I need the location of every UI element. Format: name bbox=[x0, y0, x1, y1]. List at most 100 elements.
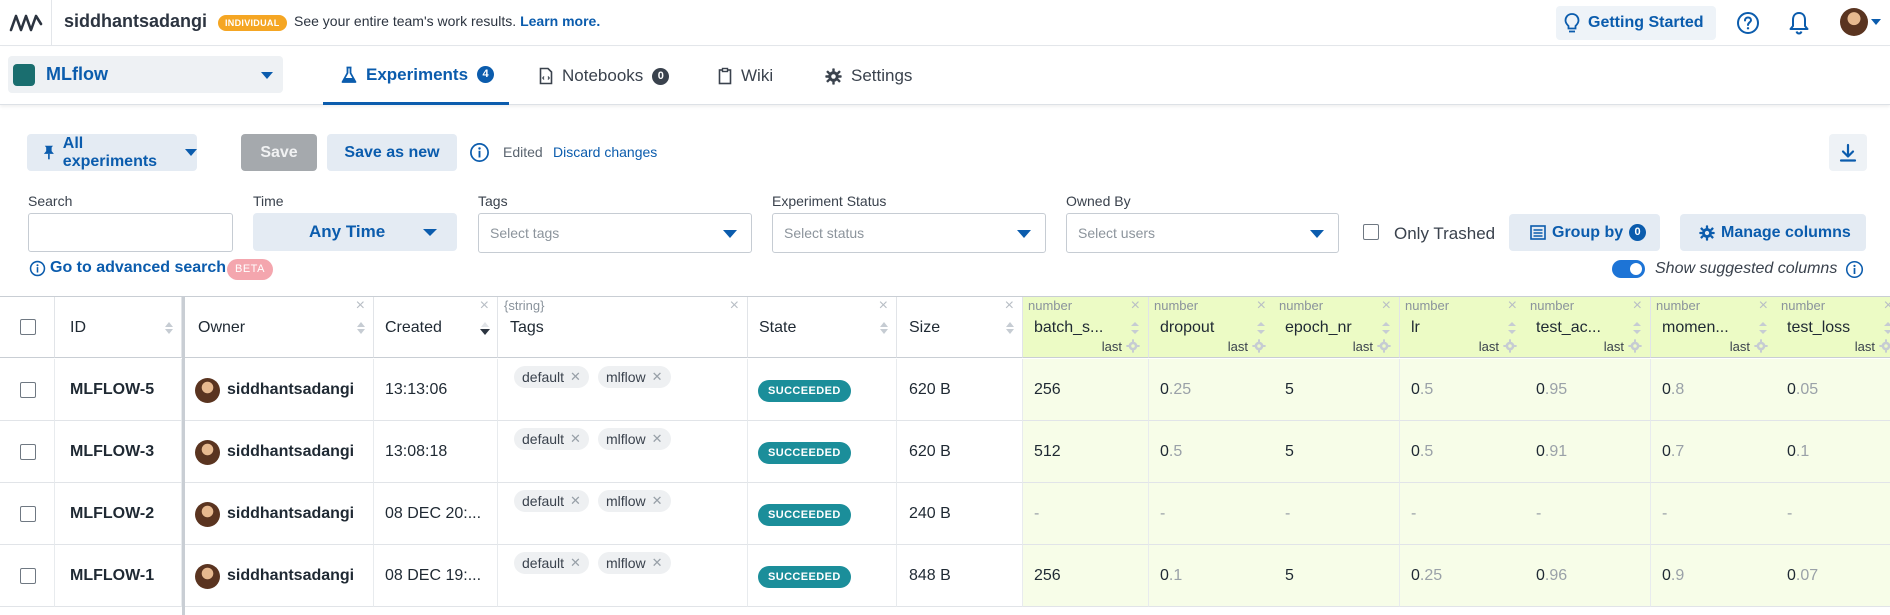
tag-chip[interactable]: mlflow ✕ bbox=[598, 366, 671, 388]
remove-tag-icon[interactable]: ✕ bbox=[652, 552, 663, 574]
all-experiments-dropdown[interactable]: All experiments bbox=[27, 134, 197, 171]
experiment-status-select[interactable]: Select status bbox=[772, 213, 1046, 253]
remove-tag-icon[interactable]: ✕ bbox=[652, 428, 663, 450]
column-settings-gear-icon[interactable] bbox=[1126, 339, 1140, 353]
help-icon[interactable] bbox=[1736, 11, 1760, 35]
row-checkbox[interactable] bbox=[20, 568, 36, 584]
owner-link[interactable]: siddhantsadangi bbox=[227, 567, 354, 585]
sort-icon[interactable] bbox=[355, 315, 367, 341]
row-checkbox[interactable] bbox=[20, 506, 36, 522]
project-selector[interactable]: MLflow bbox=[8, 56, 283, 93]
search-input[interactable] bbox=[28, 213, 233, 252]
pinned-columns-divider[interactable] bbox=[182, 296, 185, 615]
column-settings-gear-icon[interactable] bbox=[1503, 339, 1517, 353]
bell-icon[interactable] bbox=[1787, 10, 1811, 36]
column-header-metric[interactable]: number epoch_nr last × bbox=[1274, 297, 1400, 358]
remove-tag-icon[interactable]: ✕ bbox=[570, 490, 581, 512]
column-header-metric[interactable]: number momen... last × bbox=[1651, 297, 1777, 358]
group-by-button[interactable]: Group by 0 bbox=[1509, 214, 1660, 251]
workspace-name[interactable]: siddhantsadangi bbox=[64, 11, 207, 32]
experiment-id-link[interactable]: MLFLOW-5 bbox=[70, 381, 154, 399]
sort-icon[interactable] bbox=[1507, 321, 1517, 335]
remove-tag-icon[interactable]: ✕ bbox=[570, 552, 581, 574]
experiment-id-link[interactable]: MLFLOW-3 bbox=[70, 443, 154, 461]
tag-chip[interactable]: default ✕ bbox=[514, 366, 589, 388]
column-header-metric[interactable]: number test_ac... last × bbox=[1525, 297, 1651, 358]
owner-link[interactable]: siddhantsadangi bbox=[227, 381, 354, 399]
remove-column-icon[interactable]: × bbox=[1508, 298, 1517, 314]
tag-chip[interactable]: default ✕ bbox=[514, 490, 589, 512]
sort-icon[interactable] bbox=[163, 315, 175, 341]
tag-chip[interactable]: default ✕ bbox=[514, 428, 589, 450]
remove-column-icon[interactable]: × bbox=[730, 298, 739, 314]
learn-more-link[interactable]: Learn more. bbox=[520, 13, 600, 29]
advanced-search-link[interactable]: Go to advanced search bbox=[29, 259, 226, 277]
column-settings-gear-icon[interactable] bbox=[1628, 339, 1642, 353]
sort-icon[interactable] bbox=[1883, 321, 1890, 335]
sort-icon[interactable] bbox=[1758, 321, 1768, 335]
owner-link[interactable]: siddhantsadangi bbox=[227, 505, 354, 523]
app-logo[interactable] bbox=[0, 0, 52, 46]
tab-wiki[interactable]: Wiki bbox=[718, 47, 773, 105]
info-icon[interactable] bbox=[469, 142, 490, 163]
sort-icon[interactable] bbox=[1632, 321, 1642, 335]
sort-icon[interactable] bbox=[1004, 315, 1016, 341]
save-button[interactable]: Save bbox=[241, 134, 317, 171]
discard-changes-link[interactable]: Discard changes bbox=[553, 144, 657, 160]
sort-icon[interactable] bbox=[878, 315, 890, 341]
column-header-owner[interactable]: Owner × bbox=[185, 297, 374, 358]
tag-chip[interactable]: mlflow ✕ bbox=[598, 428, 671, 450]
remove-tag-icon[interactable]: ✕ bbox=[570, 366, 581, 388]
column-header-tags[interactable]: {string} Tags × bbox=[498, 297, 748, 358]
column-settings-gear-icon[interactable] bbox=[1377, 339, 1391, 353]
column-header-created[interactable]: Created × bbox=[374, 297, 498, 358]
column-header-metric[interactable]: number lr last × bbox=[1400, 297, 1526, 358]
remove-column-icon[interactable]: × bbox=[1005, 298, 1014, 314]
column-header-metric[interactable]: number dropout last × bbox=[1149, 297, 1275, 358]
remove-column-icon[interactable]: × bbox=[1382, 298, 1391, 314]
owner-link[interactable]: siddhantsadangi bbox=[227, 443, 354, 461]
info-icon[interactable] bbox=[1845, 260, 1864, 279]
select-all-checkbox[interactable] bbox=[20, 319, 36, 335]
remove-tag-icon[interactable]: ✕ bbox=[652, 366, 663, 388]
sort-icon[interactable] bbox=[1256, 321, 1266, 335]
column-header-id[interactable]: ID bbox=[55, 297, 182, 358]
experiment-id-link[interactable]: MLFLOW-1 bbox=[70, 567, 154, 585]
column-settings-gear-icon[interactable] bbox=[1754, 339, 1768, 353]
suggested-columns-toggle[interactable] bbox=[1612, 260, 1645, 278]
only-trashed-checkbox[interactable] bbox=[1363, 224, 1379, 240]
remove-column-icon[interactable]: × bbox=[356, 298, 365, 314]
column-settings-gear-icon[interactable] bbox=[1252, 339, 1266, 353]
experiment-id-link[interactable]: MLFLOW-2 bbox=[70, 505, 154, 523]
tag-chip[interactable]: mlflow ✕ bbox=[598, 552, 671, 574]
owned-by-select[interactable]: Select users bbox=[1066, 213, 1339, 253]
remove-column-icon[interactable]: × bbox=[1633, 298, 1642, 314]
column-header-state[interactable]: State × bbox=[748, 297, 897, 358]
getting-started-button[interactable]: Getting Started bbox=[1556, 6, 1716, 40]
sort-desc-icon[interactable] bbox=[479, 315, 491, 341]
tag-chip[interactable]: mlflow ✕ bbox=[598, 490, 671, 512]
column-header-metric[interactable]: number test_loss last × bbox=[1776, 297, 1890, 358]
remove-tag-icon[interactable]: ✕ bbox=[570, 428, 581, 450]
remove-column-icon[interactable]: × bbox=[1257, 298, 1266, 314]
column-settings-gear-icon[interactable] bbox=[1879, 339, 1890, 353]
tab-settings[interactable]: Settings bbox=[825, 47, 912, 105]
sort-icon[interactable] bbox=[1381, 321, 1391, 335]
sort-icon[interactable] bbox=[1130, 321, 1140, 335]
chevron-down-icon[interactable] bbox=[1871, 19, 1881, 25]
manage-columns-button[interactable]: Manage columns bbox=[1680, 214, 1866, 251]
tags-select[interactable]: Select tags bbox=[478, 213, 752, 253]
tag-chip[interactable]: default ✕ bbox=[514, 552, 589, 574]
row-checkbox[interactable] bbox=[20, 444, 36, 460]
remove-column-icon[interactable]: × bbox=[1759, 298, 1768, 314]
column-header-metric[interactable]: number batch_s... last × bbox=[1023, 297, 1149, 358]
tab-experiments[interactable]: Experiments 4 bbox=[323, 47, 509, 105]
remove-column-icon[interactable]: × bbox=[1131, 298, 1140, 314]
tab-notebooks[interactable]: Notebooks 0 bbox=[539, 47, 670, 105]
time-select[interactable]: Any Time bbox=[253, 213, 457, 251]
remove-column-icon[interactable]: × bbox=[480, 298, 489, 314]
remove-column-icon[interactable]: × bbox=[1884, 298, 1890, 314]
download-button[interactable] bbox=[1829, 134, 1867, 171]
remove-tag-icon[interactable]: ✕ bbox=[652, 490, 663, 512]
save-as-new-button[interactable]: Save as new bbox=[327, 134, 457, 171]
